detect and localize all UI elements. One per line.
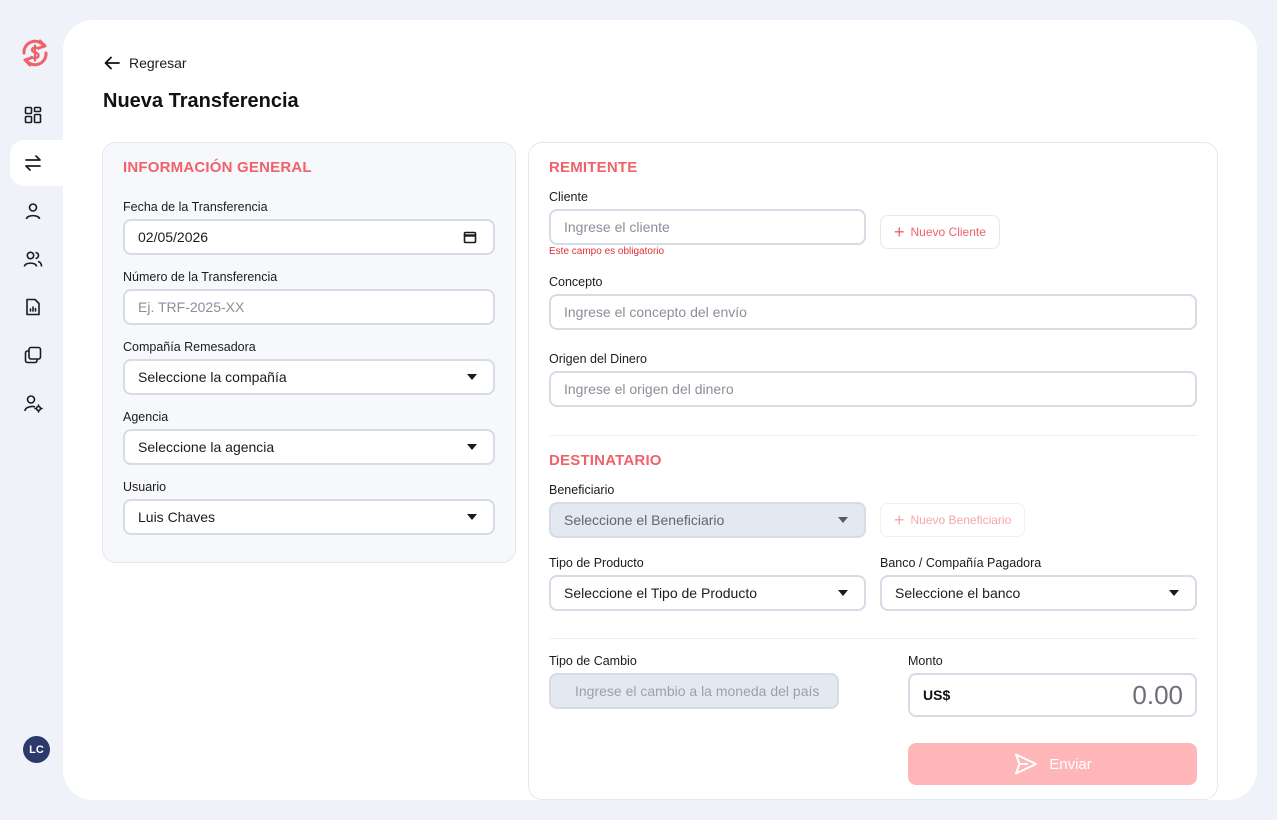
logo-icon[interactable] (18, 36, 52, 70)
transfer-icon (25, 155, 41, 171)
caret-down-icon (467, 374, 477, 380)
nav-transfers[interactable] (10, 140, 63, 186)
section-divider (549, 435, 1197, 436)
fecha-label: Fecha de la Transferencia (123, 200, 268, 214)
cambio-input[interactable] (549, 673, 839, 709)
banco-select[interactable]: Seleccione el banco (880, 575, 1197, 611)
fecha-value: 02/05/2026 (138, 229, 209, 245)
compania-value: Seleccione la compañía (138, 369, 287, 385)
caret-down-icon (467, 444, 477, 450)
report-icon (26, 298, 40, 316)
transfer-details-card: REMITENTE Cliente Este campo es obligato… (528, 142, 1218, 800)
dashboard-icon (24, 106, 42, 124)
banco-label: Banco / Compañía Pagadora (880, 556, 1042, 570)
cliente-error: Este campo es obligatorio (549, 246, 665, 257)
caret-down-icon (1169, 590, 1179, 596)
origen-input[interactable] (549, 371, 1197, 407)
avatar[interactable]: LC (23, 736, 50, 763)
back-link[interactable]: Regresar (103, 54, 187, 72)
beneficiario-value: Seleccione el Beneficiario (564, 512, 725, 528)
agencia-select[interactable]: Seleccione la agencia (123, 429, 495, 465)
remitente-title: REMITENTE (549, 159, 638, 176)
caret-down-icon (838, 517, 848, 523)
back-label: Regresar (129, 55, 187, 71)
user-icon (25, 203, 41, 220)
producto-label: Tipo de Producto (549, 556, 644, 570)
arrow-left-icon (104, 56, 120, 70)
plus-icon: + (894, 222, 905, 242)
section-divider (549, 638, 1197, 639)
beneficiario-select[interactable]: Seleccione el Beneficiario (549, 502, 866, 538)
currency-label: US$ (923, 687, 951, 703)
producto-value: Seleccione el Tipo de Producto (564, 585, 758, 601)
numero-label: Número de la Transferencia (123, 270, 278, 284)
nuevo-beneficiario-button[interactable]: + Nuevo Beneficiario (880, 503, 1026, 537)
nuevo-cliente-button[interactable]: + Nuevo Cliente (880, 215, 1000, 249)
cliente-input[interactable] (549, 209, 866, 245)
compania-label: Compañía Remesadora (123, 340, 256, 354)
nuevo-beneficiario-label: Nuevo Beneficiario (910, 513, 1012, 527)
origen-label: Origen del Dinero (549, 352, 647, 366)
calendar-icon[interactable] (463, 230, 477, 244)
send-label: Enviar (1049, 755, 1092, 773)
fecha-field[interactable]: 02/05/2026 (123, 219, 495, 255)
numero-input[interactable] (123, 289, 495, 325)
compania-select[interactable]: Seleccione la compañía (123, 359, 495, 395)
monto-field[interactable]: US$ 0.00 (908, 673, 1197, 717)
plus-icon: + (894, 510, 905, 530)
nav-client[interactable] (10, 188, 63, 234)
beneficiario-label: Beneficiario (549, 483, 615, 497)
nav-users[interactable] (10, 236, 63, 282)
cambio-label: Tipo de Cambio (549, 654, 637, 668)
concepto-label: Concepto (549, 275, 603, 289)
concepto-input[interactable] (549, 294, 1197, 330)
producto-select[interactable]: Seleccione el Tipo de Producto (549, 575, 866, 611)
user-settings-icon (24, 395, 43, 413)
monto-value: 0.00 (1132, 679, 1183, 710)
nav-copies[interactable] (10, 332, 63, 378)
cliente-label: Cliente (549, 190, 588, 204)
caret-down-icon (467, 514, 477, 520)
nav-user-settings[interactable] (10, 380, 63, 426)
usuario-label: Usuario (123, 480, 167, 494)
usuario-select[interactable]: Luis Chaves (123, 499, 495, 535)
main-panel: Regresar Nueva Transferencia INFORMACIÓN… (63, 20, 1257, 800)
send-icon (1015, 753, 1038, 775)
general-info-title: INFORMACIÓN GENERAL (123, 159, 312, 176)
nav-dashboard[interactable] (10, 92, 63, 138)
nuevo-cliente-label: Nuevo Cliente (910, 225, 986, 239)
general-info-card: INFORMACIÓN GENERAL Fecha de la Transfer… (102, 142, 516, 563)
copy-icon (24, 346, 42, 364)
send-button[interactable]: Enviar (908, 743, 1197, 785)
usuario-value: Luis Chaves (138, 509, 216, 525)
caret-down-icon (838, 590, 848, 596)
users-icon (23, 251, 43, 267)
sidebar: LC (0, 0, 63, 820)
monto-label: Monto (908, 654, 943, 668)
banco-value: Seleccione el banco (895, 585, 1021, 601)
agencia-label: Agencia (123, 410, 169, 424)
nav-reports[interactable] (10, 284, 63, 330)
destinatario-title: DESTINATARIO (549, 452, 662, 469)
agencia-value: Seleccione la agencia (138, 439, 275, 455)
page-title: Nueva Transferencia (103, 90, 299, 112)
